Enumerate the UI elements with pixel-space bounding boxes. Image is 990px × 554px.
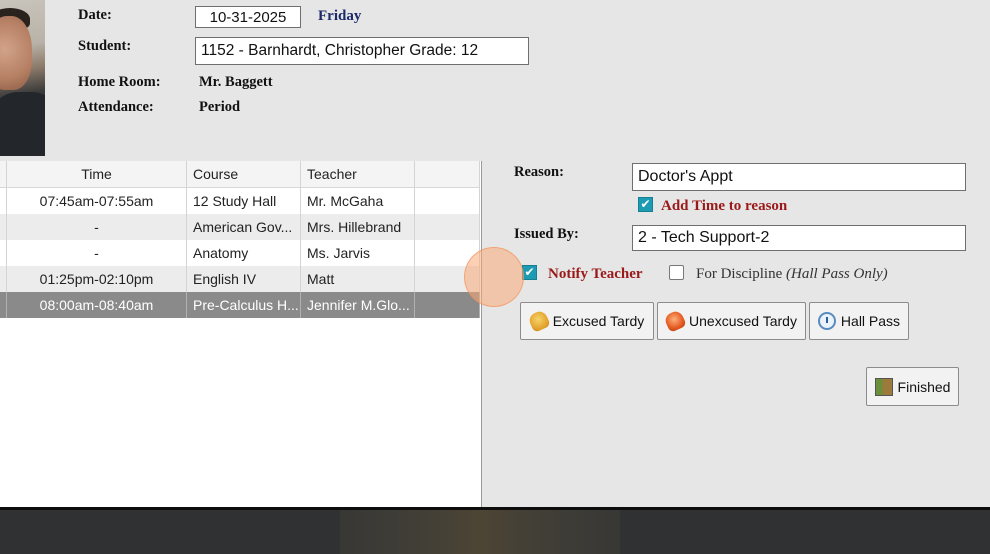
course-cell: American Gov... <box>186 214 301 240</box>
for-discipline-note: (Hall Pass Only) <box>786 266 888 282</box>
table-row-selected[interactable]: 08:00am-08:40am Pre-Calculus H... Jennif… <box>0 292 480 318</box>
course-cell: 12 Study Hall <box>186 187 301 214</box>
schedule-panel: Time Course Teacher 07:45am-07:55am 12 S… <box>0 161 482 507</box>
notify-teacher-label: Notify Teacher <box>548 266 643 282</box>
bottom-bar <box>0 507 990 554</box>
background-image-strip <box>340 510 620 554</box>
day-of-week: Friday <box>318 8 362 24</box>
date-field[interactable]: 10-31-2025 <box>195 6 301 28</box>
date-label: Date: <box>78 7 112 23</box>
course-cell: Pre-Calculus H... <box>186 292 301 318</box>
schedule-table: Time Course Teacher 07:45am-07:55am 12 S… <box>0 161 480 318</box>
column-header-time[interactable]: Time <box>6 161 187 188</box>
teacher-cell: Jennifer M.Glo... <box>300 292 415 318</box>
clock-icon <box>817 312 836 330</box>
student-label: Student: <box>78 38 132 54</box>
time-cell: 08:00am-08:40am <box>6 292 187 318</box>
finished-button[interactable]: Finished <box>866 367 959 406</box>
unexcused-tardy-button[interactable]: Unexcused Tardy <box>657 302 806 340</box>
time-cell: 07:45am-07:55am <box>6 187 187 214</box>
issued-by-label: Issued By: <box>514 226 579 242</box>
reason-label: Reason: <box>514 164 564 180</box>
homeroom-label: Home Room: <box>78 74 161 90</box>
notify-teacher-checkbox[interactable]: ✔ <box>522 265 537 280</box>
teacher-cell: Mrs. Hillebrand <box>300 214 415 240</box>
column-header-course[interactable]: Course <box>186 161 301 188</box>
table-row[interactable]: - American Gov... Mrs. Hillebrand <box>0 214 480 240</box>
excused-tardy-button[interactable]: Excused Tardy <box>520 302 654 340</box>
time-cell: 01:25pm-02:10pm <box>6 266 187 292</box>
add-time-checkbox[interactable]: ✔ <box>638 197 653 212</box>
student-photo <box>0 0 45 156</box>
time-cell: - <box>6 240 187 266</box>
reason-field[interactable]: Doctor's Appt <box>632 163 966 191</box>
bell-red-icon <box>663 309 687 333</box>
click-indicator <box>464 247 524 307</box>
teacher-cell: Matt <box>300 266 415 292</box>
course-cell: English IV <box>186 266 301 292</box>
teacher-cell: Ms. Jarvis <box>300 240 415 266</box>
issued-by-field[interactable]: 2 - Tech Support-2 <box>632 225 966 251</box>
student-field[interactable]: 1152 - Barnhardt, Christopher Grade: 12 <box>195 37 529 65</box>
table-row[interactable]: 01:25pm-02:10pm English IV Matt <box>0 266 480 292</box>
attendance-label: Attendance: <box>78 99 154 115</box>
for-discipline-label-wrap: For Discipline (Hall Pass Only) <box>696 266 888 283</box>
column-header-teacher[interactable]: Teacher <box>300 161 415 188</box>
hall-pass-button[interactable]: Hall Pass <box>809 302 909 340</box>
table-row[interactable]: - Anatomy Ms. Jarvis <box>0 240 480 266</box>
for-discipline-label: For Discipline <box>696 266 783 282</box>
excused-tardy-label: Excused Tardy <box>552 313 645 329</box>
finished-label: Finished <box>897 378 951 395</box>
door-exit-icon <box>874 377 893 396</box>
attendance-value: Period <box>199 99 241 115</box>
bell-icon <box>526 309 551 333</box>
unexcused-tardy-label: Unexcused Tardy <box>689 313 797 329</box>
course-cell: Anatomy <box>186 240 301 266</box>
teacher-cell: Mr. McGaha <box>300 187 415 214</box>
for-discipline-checkbox[interactable] <box>669 265 684 280</box>
table-header-row: Time Course Teacher <box>0 161 480 188</box>
hall-pass-label: Hall Pass <box>840 313 901 329</box>
table-row[interactable]: 07:45am-07:55am 12 Study Hall Mr. McGaha <box>0 187 480 214</box>
homeroom-value: Mr. Baggett <box>199 74 273 90</box>
add-time-label: Add Time to reason <box>661 198 788 214</box>
time-cell: - <box>6 214 187 240</box>
